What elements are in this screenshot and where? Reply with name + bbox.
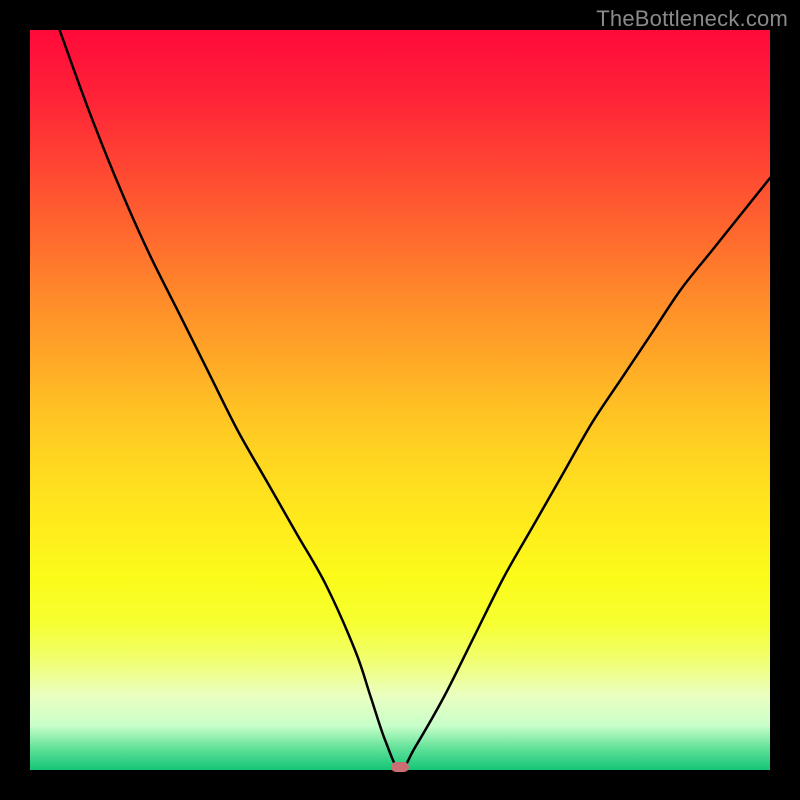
watermark-text: TheBottleneck.com [596,6,788,32]
minimum-marker [391,762,409,772]
plot-area [30,30,770,770]
chart-frame: TheBottleneck.com [0,0,800,800]
bottleneck-curve [30,30,770,770]
